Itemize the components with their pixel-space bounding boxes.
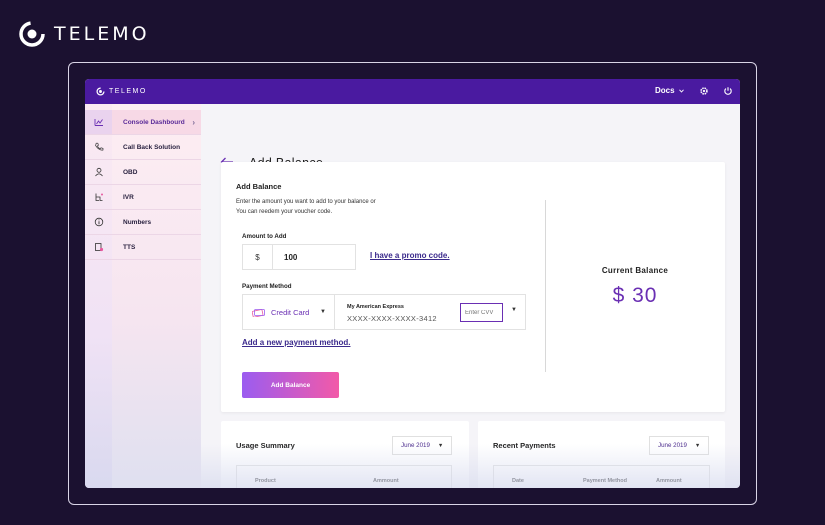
tts-icon <box>94 243 103 252</box>
telemo-logo-icon <box>96 87 105 96</box>
month-value: June 2019 <box>401 442 430 449</box>
user-icon <box>94 167 103 177</box>
chevron-down-icon <box>678 88 684 93</box>
telemo-logo-icon <box>19 21 45 47</box>
amount-label: Amount to Add <box>242 233 287 240</box>
sidebar-item-label: TTS <box>123 243 136 251</box>
column-header-payment-method: Payment Method <box>583 478 628 484</box>
promo-code-link[interactable]: I have a promo code. <box>370 251 450 260</box>
rail-ivr[interactable] <box>85 185 112 210</box>
main-content: Add Balance Add Balance Enter the amount… <box>201 104 740 488</box>
sidebar-item-numbers[interactable]: Numbers <box>112 210 201 235</box>
sidebar-item-obd[interactable]: OBD <box>112 160 201 185</box>
column-header-date: Date <box>512 478 524 484</box>
month-value: June 2019 <box>658 442 687 449</box>
add-balance-heading: Add Balance <box>236 182 282 191</box>
payment-type-dropdown[interactable]: Credit Card ▼ <box>243 295 335 329</box>
description-line: Enter the amount you want to add to your… <box>236 199 376 205</box>
ivr-icon <box>95 193 103 201</box>
sidebar-item-console-dashboard[interactable]: Console Dashbourd › <box>112 110 201 135</box>
sidebar-item-label: Console Dashbourd <box>123 118 185 126</box>
account-dropdown-caret-icon[interactable]: ▼ <box>511 307 517 313</box>
usage-summary-title: Usage Summary <box>236 441 295 450</box>
info-icon <box>94 217 103 227</box>
sidebar-item-ivr[interactable]: IVR <box>112 185 201 210</box>
sidebar-item-label: Call Back Solution <box>123 143 181 151</box>
app-window: TELEMO Docs Console Dashbourd › Call Bac… <box>85 79 740 488</box>
topbar-logo-text: TELEMO <box>109 88 147 95</box>
dashboard-icon <box>94 119 103 126</box>
add-payment-method-link[interactable]: Add a new payment method. <box>242 338 350 347</box>
docs-menu[interactable]: Docs <box>655 86 684 95</box>
current-balance-label: Current Balance <box>601 266 669 275</box>
gear-icon[interactable] <box>699 86 709 96</box>
payments-month-dropdown[interactable]: June 2019 ▼ <box>649 436 709 455</box>
add-balance-card: Add Balance Enter the amount you want to… <box>221 162 725 412</box>
sidebar-item-label: IVR <box>123 193 134 201</box>
caret-down-icon: ▼ <box>437 442 444 449</box>
chevron-right-icon: › <box>192 117 195 127</box>
rail-obd[interactable] <box>85 160 112 185</box>
sidebar-item-tts[interactable]: TTS <box>112 235 201 260</box>
cvv-input[interactable] <box>460 303 503 322</box>
column-header-amount: Ammount <box>373 478 399 484</box>
docs-label: Docs <box>655 86 675 95</box>
top-bar: TELEMO Docs <box>85 79 740 104</box>
payments-table: Date Payment Method Ammount <box>493 465 710 488</box>
sidebar-menu: Console Dashbourd › Call Back Solution O… <box>112 104 201 488</box>
caret-down-icon: ▼ <box>320 309 326 315</box>
icon-rail <box>85 104 112 488</box>
power-icon[interactable] <box>723 86 733 96</box>
usage-month-dropdown[interactable]: June 2019 ▼ <box>392 436 452 455</box>
topbar-logo[interactable]: TELEMO <box>96 87 147 96</box>
rail-dashboard[interactable] <box>85 110 112 135</box>
brand: TELEMO <box>18 20 150 48</box>
divider <box>545 200 546 372</box>
sidebar-item-label: Numbers <box>123 218 152 226</box>
column-header-product: Product <box>255 478 276 484</box>
phone-icon <box>94 142 103 151</box>
brand-name: TELEMO <box>54 23 150 45</box>
usage-summary-card: Usage Summary June 2019 ▼ Product Ammoun… <box>221 421 469 488</box>
credit-card-icon <box>252 308 265 317</box>
payment-method-selector: Credit Card ▼ My American Express XXXX-X… <box>242 294 526 330</box>
description-line: You can reedem your voucher code. <box>236 209 333 215</box>
amount-input[interactable]: $ 100 <box>242 244 356 270</box>
account-number: XXXX-XXXX-XXXX-3412 <box>347 314 437 323</box>
currency-symbol: $ <box>243 245 273 269</box>
current-balance-value: $ 30 <box>612 284 658 307</box>
rail-tts[interactable] <box>85 235 112 260</box>
sidebar-item-label: OBD <box>123 168 138 176</box>
usage-table: Product Ammount <box>236 465 452 488</box>
caret-down-icon: ▼ <box>694 442 701 449</box>
sidebar-item-call-back-solution[interactable]: Call Back Solution <box>112 135 201 160</box>
add-balance-button[interactable]: Add Balance <box>242 372 339 398</box>
payment-method-label: Payment Method <box>242 283 292 290</box>
amount-value: 100 <box>284 252 298 262</box>
rail-callback[interactable] <box>85 135 112 160</box>
add-balance-description: Enter the amount you want to add to your… <box>236 197 436 217</box>
account-name: My American Express <box>347 304 404 310</box>
payment-type-value: Credit Card <box>271 307 310 317</box>
recent-payments-title: Recent Payments <box>493 441 556 450</box>
rail-numbers[interactable] <box>85 210 112 235</box>
recent-payments-card: Recent Payments June 2019 ▼ Date Payment… <box>478 421 725 488</box>
column-header-amount: Ammount <box>656 478 682 484</box>
